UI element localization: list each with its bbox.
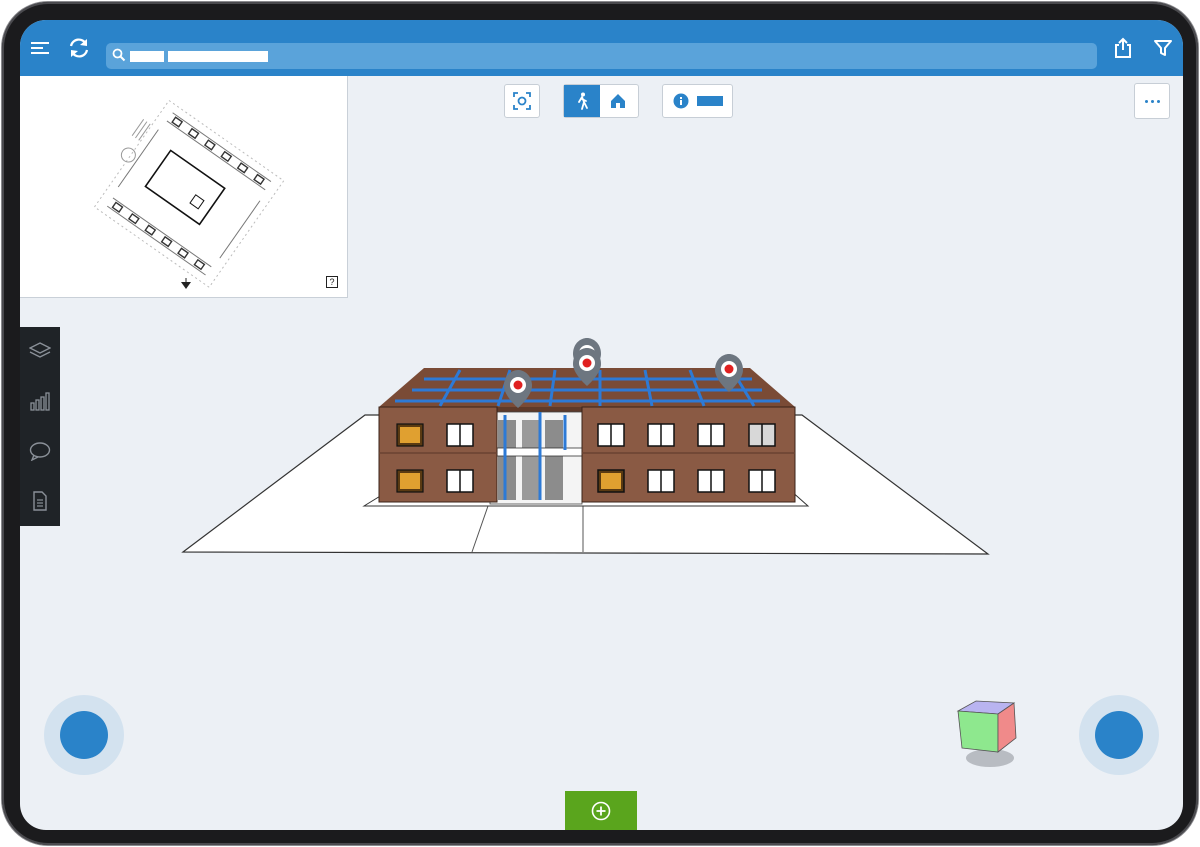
layers-button[interactable] <box>28 339 52 363</box>
floor-plan-drawing <box>93 99 285 289</box>
comments-button[interactable] <box>28 439 52 463</box>
left-tool-panel <box>20 327 60 526</box>
documents-button[interactable] <box>28 489 52 513</box>
tablet-frame: ? <box>2 2 1198 845</box>
floor-plan-minimap[interactable]: ? <box>20 76 348 298</box>
joystick-knob[interactable] <box>60 711 108 759</box>
bar-chart-icon <box>30 392 50 411</box>
minimap-help-button[interactable]: ? <box>326 276 338 288</box>
view-cube[interactable] <box>954 698 1024 770</box>
info-label-redacted <box>696 96 723 106</box>
layers-icon <box>29 342 51 358</box>
more-dots-icon <box>1144 99 1148 103</box>
info-icon <box>673 93 688 109</box>
focus-scan-icon <box>513 92 531 110</box>
walk-mode-button[interactable] <box>564 85 600 117</box>
walk-person-icon <box>578 92 588 110</box>
joystick-knob[interactable] <box>1095 711 1143 759</box>
app-screen: ? <box>20 20 1183 830</box>
plus-circle-icon <box>591 801 611 821</box>
analytics-button[interactable] <box>28 389 52 413</box>
navigation-mode-group <box>563 84 639 118</box>
add-button[interactable] <box>565 791 637 830</box>
movement-joystick[interactable] <box>44 695 124 775</box>
home-view-button[interactable] <box>600 85 636 117</box>
comment-bubble-icon <box>29 442 51 461</box>
document-icon <box>33 491 47 511</box>
look-joystick[interactable] <box>1079 695 1159 775</box>
more-dot <box>1150 99 1154 103</box>
more-dot <box>1156 99 1160 103</box>
focus-button[interactable] <box>505 85 539 117</box>
home-icon <box>611 94 625 108</box>
info-tool-group[interactable] <box>662 84 733 118</box>
more-options-button[interactable] <box>1134 83 1170 119</box>
focus-tool-group <box>504 84 540 118</box>
